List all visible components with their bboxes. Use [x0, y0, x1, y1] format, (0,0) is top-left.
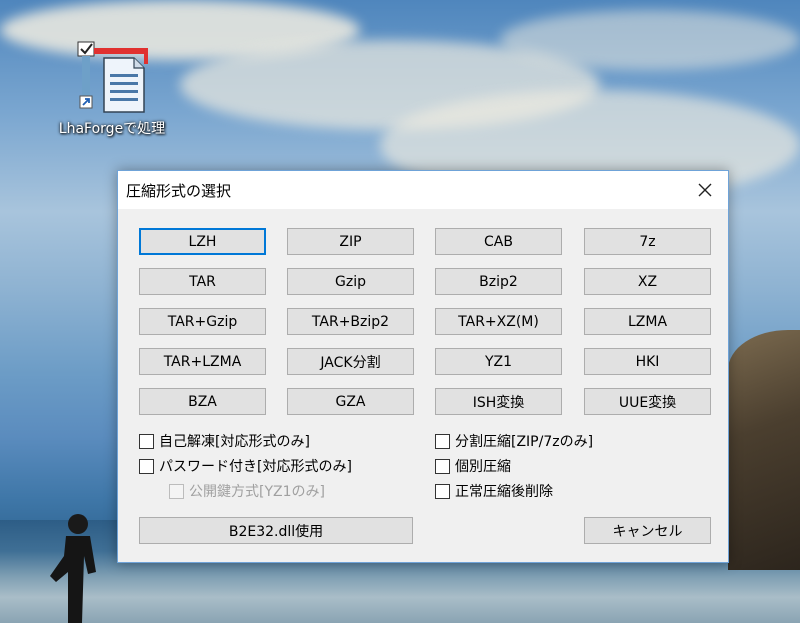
checkbox-box[interactable]	[435, 458, 450, 474]
format-button-cab[interactable]: CAB	[435, 228, 562, 255]
format-button-gzip[interactable]: Gzip	[287, 268, 414, 295]
individual-compress-label: 個別圧縮	[455, 459, 511, 475]
desktop-shortcut[interactable]: LhaForgeで処理	[50, 38, 174, 142]
format-button-lzma[interactable]: LZMA	[584, 308, 711, 335]
format-button-xz[interactable]: XZ	[584, 268, 711, 295]
b2e-dll-button[interactable]: B2E32.dll使用	[139, 517, 413, 544]
format-button-tar-lzma[interactable]: TAR+LZMA	[139, 348, 266, 375]
format-button-7z[interactable]: 7z	[584, 228, 711, 255]
self-extract-checkbox[interactable]: 自己解凍[対応形式のみ]	[139, 431, 310, 451]
format-button-yz1[interactable]: YZ1	[435, 348, 562, 375]
format-button-gza[interactable]: GZA	[287, 388, 414, 415]
password-label: パスワード付き[対応形式のみ]	[159, 459, 352, 475]
format-button-uue[interactable]: UUE変換	[584, 388, 711, 415]
format-button-tar-xz[interactable]: TAR+XZ(M)	[435, 308, 562, 335]
checkbox-box[interactable]	[435, 433, 450, 449]
format-button-lzh[interactable]: LZH	[139, 228, 266, 255]
format-button-zip[interactable]: ZIP	[287, 228, 414, 255]
checkbox-box[interactable]	[139, 458, 154, 474]
lhaforge-shortcut-icon	[77, 41, 148, 113]
public-key-label: 公開鍵方式[YZ1のみ]	[189, 484, 325, 500]
checkbox-box	[169, 483, 184, 499]
checkbox-box[interactable]	[139, 433, 154, 449]
individual-compress-checkbox[interactable]: 個別圧縮	[435, 456, 511, 476]
delete-after-compress-checkbox[interactable]: 正常圧縮後削除	[435, 481, 553, 501]
close-icon	[698, 183, 712, 197]
cliff	[728, 330, 800, 570]
format-button-bzip2[interactable]: Bzip2	[435, 268, 562, 295]
close-button[interactable]	[682, 171, 728, 209]
format-button-ish[interactable]: ISH変換	[435, 388, 562, 415]
format-button-tar-gzip[interactable]: TAR+Gzip	[139, 308, 266, 335]
public-key-checkbox: 公開鍵方式[YZ1のみ]	[169, 481, 325, 501]
dialog-titlebar[interactable]: 圧縮形式の選択	[118, 171, 728, 209]
compression-format-dialog: 圧縮形式の選択 LZH ZIP CAB 7z TAR Gzip Bzip2 XZ…	[117, 170, 729, 563]
split-compress-label: 分割圧縮[ZIP/7zのみ]	[455, 434, 594, 450]
format-button-jack-split[interactable]: JACK分割	[287, 348, 414, 375]
runner-silhouette	[50, 514, 96, 623]
format-button-hki[interactable]: HKI	[584, 348, 711, 375]
checkbox-box[interactable]	[435, 483, 450, 499]
split-compress-checkbox[interactable]: 分割圧縮[ZIP/7zのみ]	[435, 431, 593, 451]
format-button-bza[interactable]: BZA	[139, 388, 266, 415]
delete-after-compress-label: 正常圧縮後削除	[455, 484, 553, 500]
self-extract-label: 自己解凍[対応形式のみ]	[159, 434, 310, 450]
dialog-title: 圧縮形式の選択	[126, 182, 232, 200]
password-checkbox[interactable]: パスワード付き[対応形式のみ]	[139, 456, 352, 476]
cloud	[500, 10, 800, 70]
cancel-button[interactable]: キャンセル	[584, 517, 711, 544]
format-button-tar[interactable]: TAR	[139, 268, 266, 295]
format-button-tar-bzip2[interactable]: TAR+Bzip2	[287, 308, 414, 335]
desktop-icon-label: LhaForgeで処理	[58, 121, 166, 137]
